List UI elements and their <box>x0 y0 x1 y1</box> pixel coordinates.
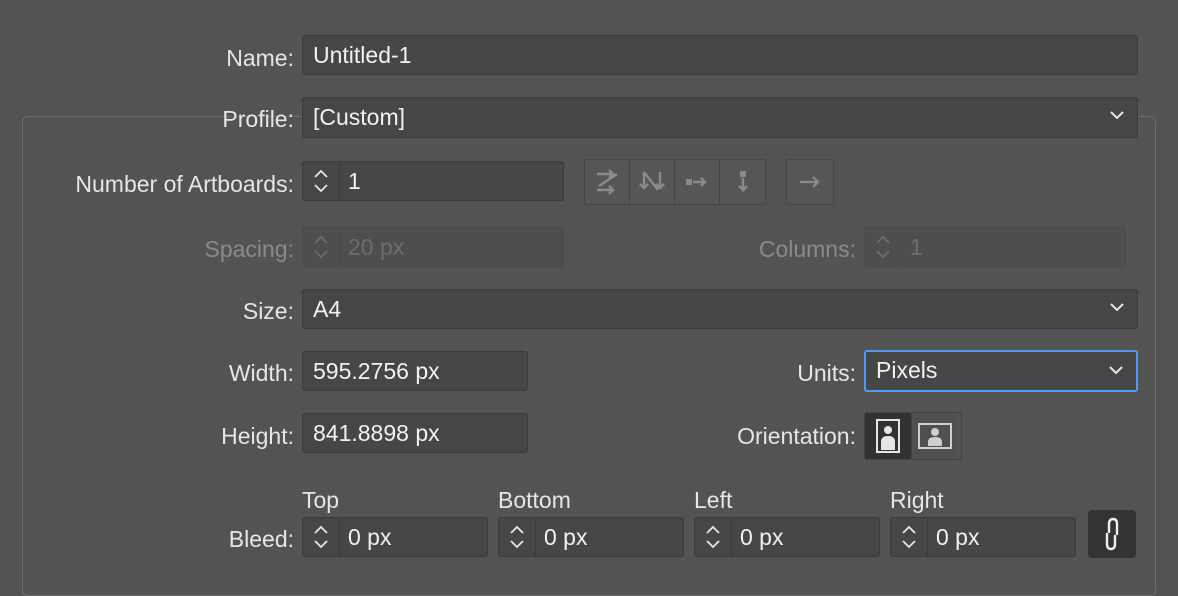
stepper-arrows-icon[interactable] <box>499 518 536 556</box>
spacing-label: Spacing: <box>204 236 294 262</box>
bleed-left-stepper[interactable]: 0 px <box>694 517 880 557</box>
bleed-right-value[interactable]: 0 px <box>928 518 979 556</box>
stepper-arrows-icon[interactable] <box>303 518 340 556</box>
columns-label: Columns: <box>758 236 856 262</box>
link-icon <box>1105 517 1119 551</box>
bleed-top-stepper[interactable]: 0 px <box>302 517 488 557</box>
bleed-bottom-stepper[interactable]: 0 px <box>498 517 684 557</box>
bleed-right-stepper[interactable]: 0 px <box>890 517 1076 557</box>
artboards-stepper[interactable]: 1 <box>302 161 564 201</box>
landscape-button[interactable] <box>911 413 957 459</box>
orientation-label: Orientation: <box>737 423 856 449</box>
units-select-value: Pixels <box>876 357 938 383</box>
stepper-arrows-icon[interactable] <box>303 162 340 200</box>
stepper-arrows-icon[interactable] <box>303 228 340 266</box>
layout-direction-button[interactable] <box>786 159 834 205</box>
spacing-value[interactable]: 20 px <box>340 228 404 266</box>
size-select-value: A4 <box>313 296 342 322</box>
width-input[interactable]: 595.2756 px <box>302 351 528 391</box>
chevron-down-icon <box>1110 111 1124 120</box>
stepper-arrows-icon[interactable] <box>695 518 732 556</box>
stepper-arrows-icon[interactable] <box>891 518 928 556</box>
artboards-value[interactable]: 1 <box>340 162 361 200</box>
profile-select-value: [Custom] <box>313 104 406 130</box>
name-input[interactable]: Untitled-1 <box>302 35 1138 75</box>
arrange-by-row-icon[interactable] <box>675 160 720 204</box>
chevron-down-icon <box>1110 303 1124 312</box>
arrow-right-icon[interactable] <box>787 160 833 204</box>
artboards-label: Number of Artboards: <box>75 171 294 197</box>
units-label: Units: <box>797 360 856 386</box>
arrangement-buttons <box>584 159 766 205</box>
bleed-left-label: Left <box>694 487 733 513</box>
spacing-stepper[interactable]: 20 px <box>302 227 564 267</box>
size-select[interactable]: A4 <box>302 289 1138 329</box>
columns-stepper[interactable]: 1 <box>864 227 1126 267</box>
profile-select[interactable]: [Custom] <box>302 97 1138 138</box>
height-label: Height: <box>221 423 294 449</box>
bleed-left-value[interactable]: 0 px <box>732 518 783 556</box>
bleed-link-button[interactable] <box>1088 510 1136 558</box>
profile-label: Profile: <box>222 106 294 132</box>
landscape-icon <box>917 423 952 449</box>
units-select[interactable]: Pixels <box>864 350 1138 392</box>
grid-by-column-icon[interactable] <box>630 160 675 204</box>
portrait-icon <box>876 419 900 453</box>
height-input[interactable]: 841.8898 px <box>302 413 528 453</box>
bleed-right-label: Right <box>890 487 944 513</box>
stepper-arrows-icon[interactable] <box>865 228 902 266</box>
portrait-button[interactable] <box>865 413 911 459</box>
arrange-by-column-icon[interactable] <box>720 160 765 204</box>
orientation-toggle <box>864 412 962 460</box>
chevron-down-icon <box>1109 366 1123 375</box>
name-label: Name: <box>226 45 294 71</box>
width-label: Width: <box>228 360 294 386</box>
bleed-label: Bleed: <box>228 526 294 552</box>
bleed-bottom-label: Bottom <box>498 487 571 513</box>
bleed-top-label: Top <box>302 487 340 513</box>
bleed-bottom-value[interactable]: 0 px <box>536 518 587 556</box>
size-label: Size: <box>242 298 294 324</box>
grid-by-row-icon[interactable] <box>585 160 630 204</box>
bleed-top-value[interactable]: 0 px <box>340 518 391 556</box>
columns-value[interactable]: 1 <box>902 228 923 266</box>
